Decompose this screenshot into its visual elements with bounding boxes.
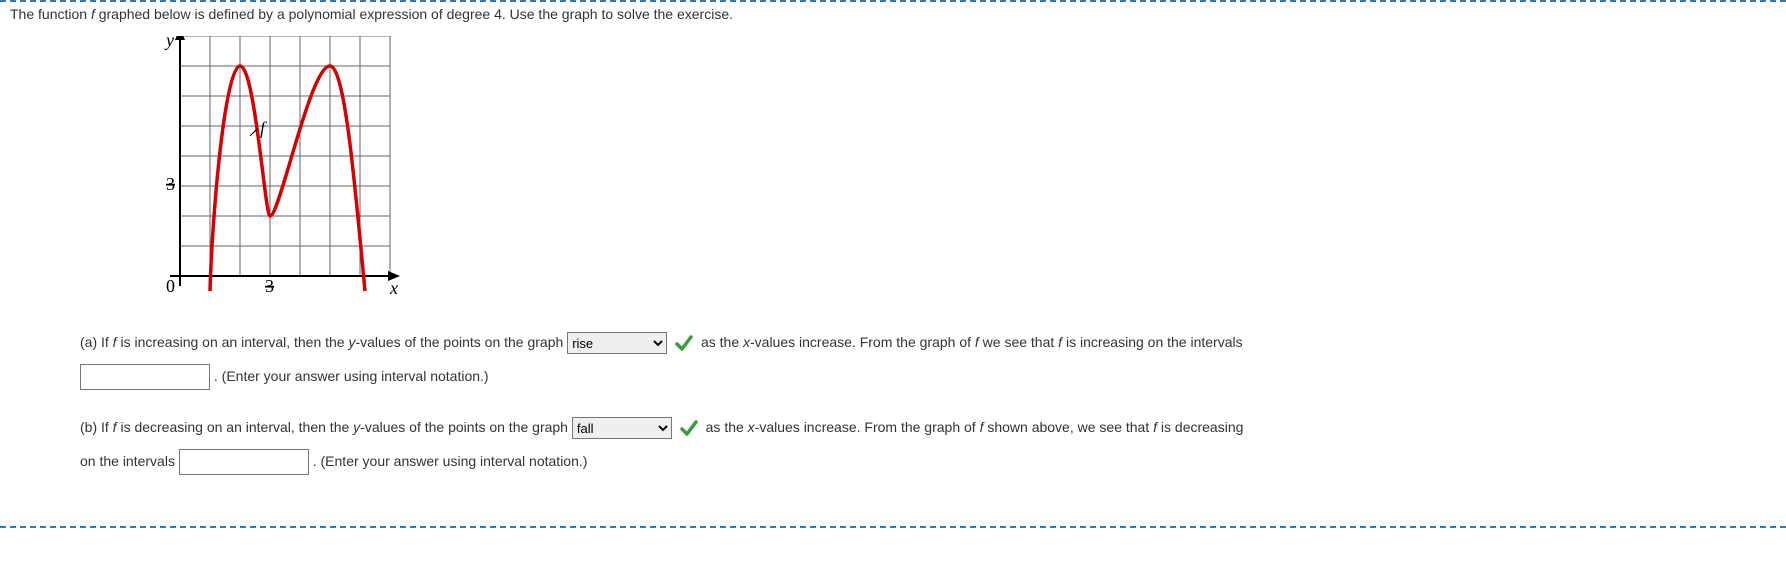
qb-interval-input[interactable] [179, 449, 309, 475]
qb-xv: x [748, 419, 755, 435]
qb-t4: -values increase. From the graph of [755, 419, 980, 435]
qb-t8: . (Enter your answer using interval nota… [313, 453, 588, 469]
qa-t1: is increasing on an interval, then the [117, 334, 349, 350]
question-b: (b) If f is decreasing on an interval, t… [80, 411, 1786, 478]
qb-t2: -values of the points on the graph [360, 419, 572, 435]
qb-t5: shown above, we see that [983, 419, 1153, 435]
qa-t4: -values increase. From the graph of [750, 334, 975, 350]
x-axis-label: x [389, 278, 398, 298]
origin-label: 0 [166, 276, 175, 296]
qb-t3: as the [706, 419, 748, 435]
curve-f [210, 66, 365, 291]
qb-label: (b) If [80, 419, 113, 435]
qa-t5: we see that [979, 334, 1058, 350]
x-tick-3: 3 [265, 276, 274, 296]
qb-select-rise-fall[interactable]: fall [572, 417, 672, 439]
polynomial-graph: 3 3 0 y x f [130, 36, 400, 306]
statement-pre: The function [10, 6, 91, 22]
y-axis-label: y [164, 36, 174, 50]
qa-t2: -values of the points on the graph [355, 334, 567, 350]
question-a: (a) If f is increasing on an interval, t… [80, 326, 1786, 393]
qa-select-rise-fall[interactable]: rise [567, 332, 667, 354]
qa-t6: is increasing on the intervals [1062, 334, 1243, 350]
check-icon [680, 419, 698, 437]
check-icon [675, 334, 693, 352]
qa-label: (a) If [80, 334, 113, 350]
qa-xv: x [743, 334, 750, 350]
qb-t1: is decreasing on an interval, then the [117, 419, 354, 435]
problem-statement: The function f graphed below is defined … [0, 2, 1786, 26]
qa-t7: . (Enter your answer using interval nota… [214, 368, 489, 384]
qb-t7: on the intervals [80, 453, 179, 469]
qa-interval-input[interactable] [80, 364, 210, 390]
qa-t3: as the [701, 334, 743, 350]
statement-mid: graphed below is defined by a polynomial… [95, 6, 733, 22]
curve-label: f [260, 118, 268, 138]
qb-t6: is decreasing [1157, 419, 1243, 435]
y-tick-3: 3 [166, 174, 175, 194]
